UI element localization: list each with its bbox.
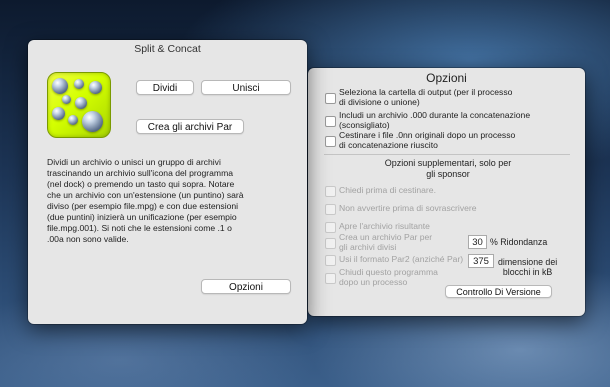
divider [324, 154, 570, 155]
split-concat-app-icon[interactable] [47, 72, 111, 138]
par2-format-label: Usi il formato Par2 (anziché Par) [339, 254, 464, 264]
instructions-line: (nel dock) o premendo un tasto qui sopra… [47, 179, 235, 189]
option-label-line: di concatenazione riuscito [339, 140, 438, 150]
include-000-checkbox[interactable] [325, 116, 336, 127]
include-000-label: Includi un archivio .000 durante la conc… [339, 110, 530, 130]
instructions-line: trascinando un archivio sull'icona del p… [47, 168, 234, 178]
heading-line: gli sponsor [426, 169, 470, 179]
option-label-line: (sconsigliato) [339, 120, 390, 130]
option-label-line: dopo un processo [339, 277, 408, 287]
output-folder-checkbox[interactable] [325, 93, 336, 104]
instructions-line: (due puntini) inizierà un unificazione (… [47, 212, 237, 222]
no-overwrite-warning-label: Non avvertire prima di sovrascrivere [339, 203, 477, 213]
create-par-button[interactable]: Crea gli archivi Par [136, 119, 244, 134]
ask-before-trash-label: Chiedi prima di cestinare. [339, 185, 436, 195]
options-button[interactable]: Opzioni [201, 279, 291, 294]
quit-after-process-label: Chiudi questo programma dopo un processo [339, 267, 438, 287]
option-label-line: di divisione o unione) [339, 97, 420, 107]
option-label-line: Seleziona la cartella di output (per il … [339, 87, 513, 97]
instructions-line: che un archivio con un'estensione (un pu… [47, 190, 244, 200]
open-result-label: Apre l'archivio risultante [339, 221, 430, 231]
option-label-line: Includi un archivio .000 durante la conc… [339, 110, 531, 120]
option-label-line: Crea un archivio Par per [339, 232, 433, 242]
redundancy-input[interactable]: 30 [468, 235, 487, 249]
block-size-label: dimensione dei blocchi in kB [498, 257, 557, 277]
create-par-label: Crea un archivio Par per gli archivi div… [339, 232, 432, 252]
instructions-text: Dividi un archivio o unisci un gruppo di… [47, 157, 287, 245]
trash-originals-label: Cestinare i file .0nn originali dopo un … [339, 130, 515, 150]
instructions-line: file.mpg.001). Si noti che le estensioni… [47, 223, 232, 233]
no-overwrite-warning-checkbox[interactable] [325, 204, 336, 215]
block-size-input[interactable]: 375 [468, 254, 494, 268]
instructions-line: .00a non sono valide. [47, 234, 129, 244]
create-par-checkbox[interactable] [325, 238, 336, 249]
options-title: Opzioni [426, 71, 467, 85]
output-folder-label: Seleziona la cartella di output (per il … [339, 87, 512, 107]
instructions-line: diviso (per esempio file.mpg) e con due … [47, 201, 239, 211]
quit-after-process-checkbox[interactable] [325, 273, 336, 284]
trash-originals-checkbox[interactable] [325, 136, 336, 147]
divide-button[interactable]: Dividi [136, 80, 194, 95]
split-concat-window: Split & Concat Dividi Unisci Crea gli ar… [28, 40, 307, 324]
open-result-checkbox[interactable] [325, 222, 336, 233]
label-line: blocchi in kB [502, 267, 553, 277]
instructions-line: Dividi un archivio o unisci un gruppo di… [47, 157, 221, 167]
option-label-line: gli archivi divisi [339, 242, 397, 252]
label-line: dimensione dei [498, 257, 558, 267]
supplementary-options-heading: Opzioni supplementari, solo per gli spon… [348, 158, 548, 180]
ask-before-trash-checkbox[interactable] [325, 186, 336, 197]
options-window: Opzioni Seleziona la cartella di output … [308, 68, 585, 316]
par2-format-checkbox[interactable] [325, 255, 336, 266]
redundancy-label: % Ridondanza [490, 237, 548, 247]
window-title: Split & Concat [134, 43, 201, 55]
option-label-line: Chiudi questo programma [339, 267, 438, 277]
heading-line: Opzioni supplementari, solo per [384, 158, 512, 168]
option-label-line: Cestinare i file .0nn originali dopo un … [339, 130, 516, 140]
join-button[interactable]: Unisci [201, 80, 291, 95]
check-version-button[interactable]: Controllo Di Versione [445, 285, 552, 298]
